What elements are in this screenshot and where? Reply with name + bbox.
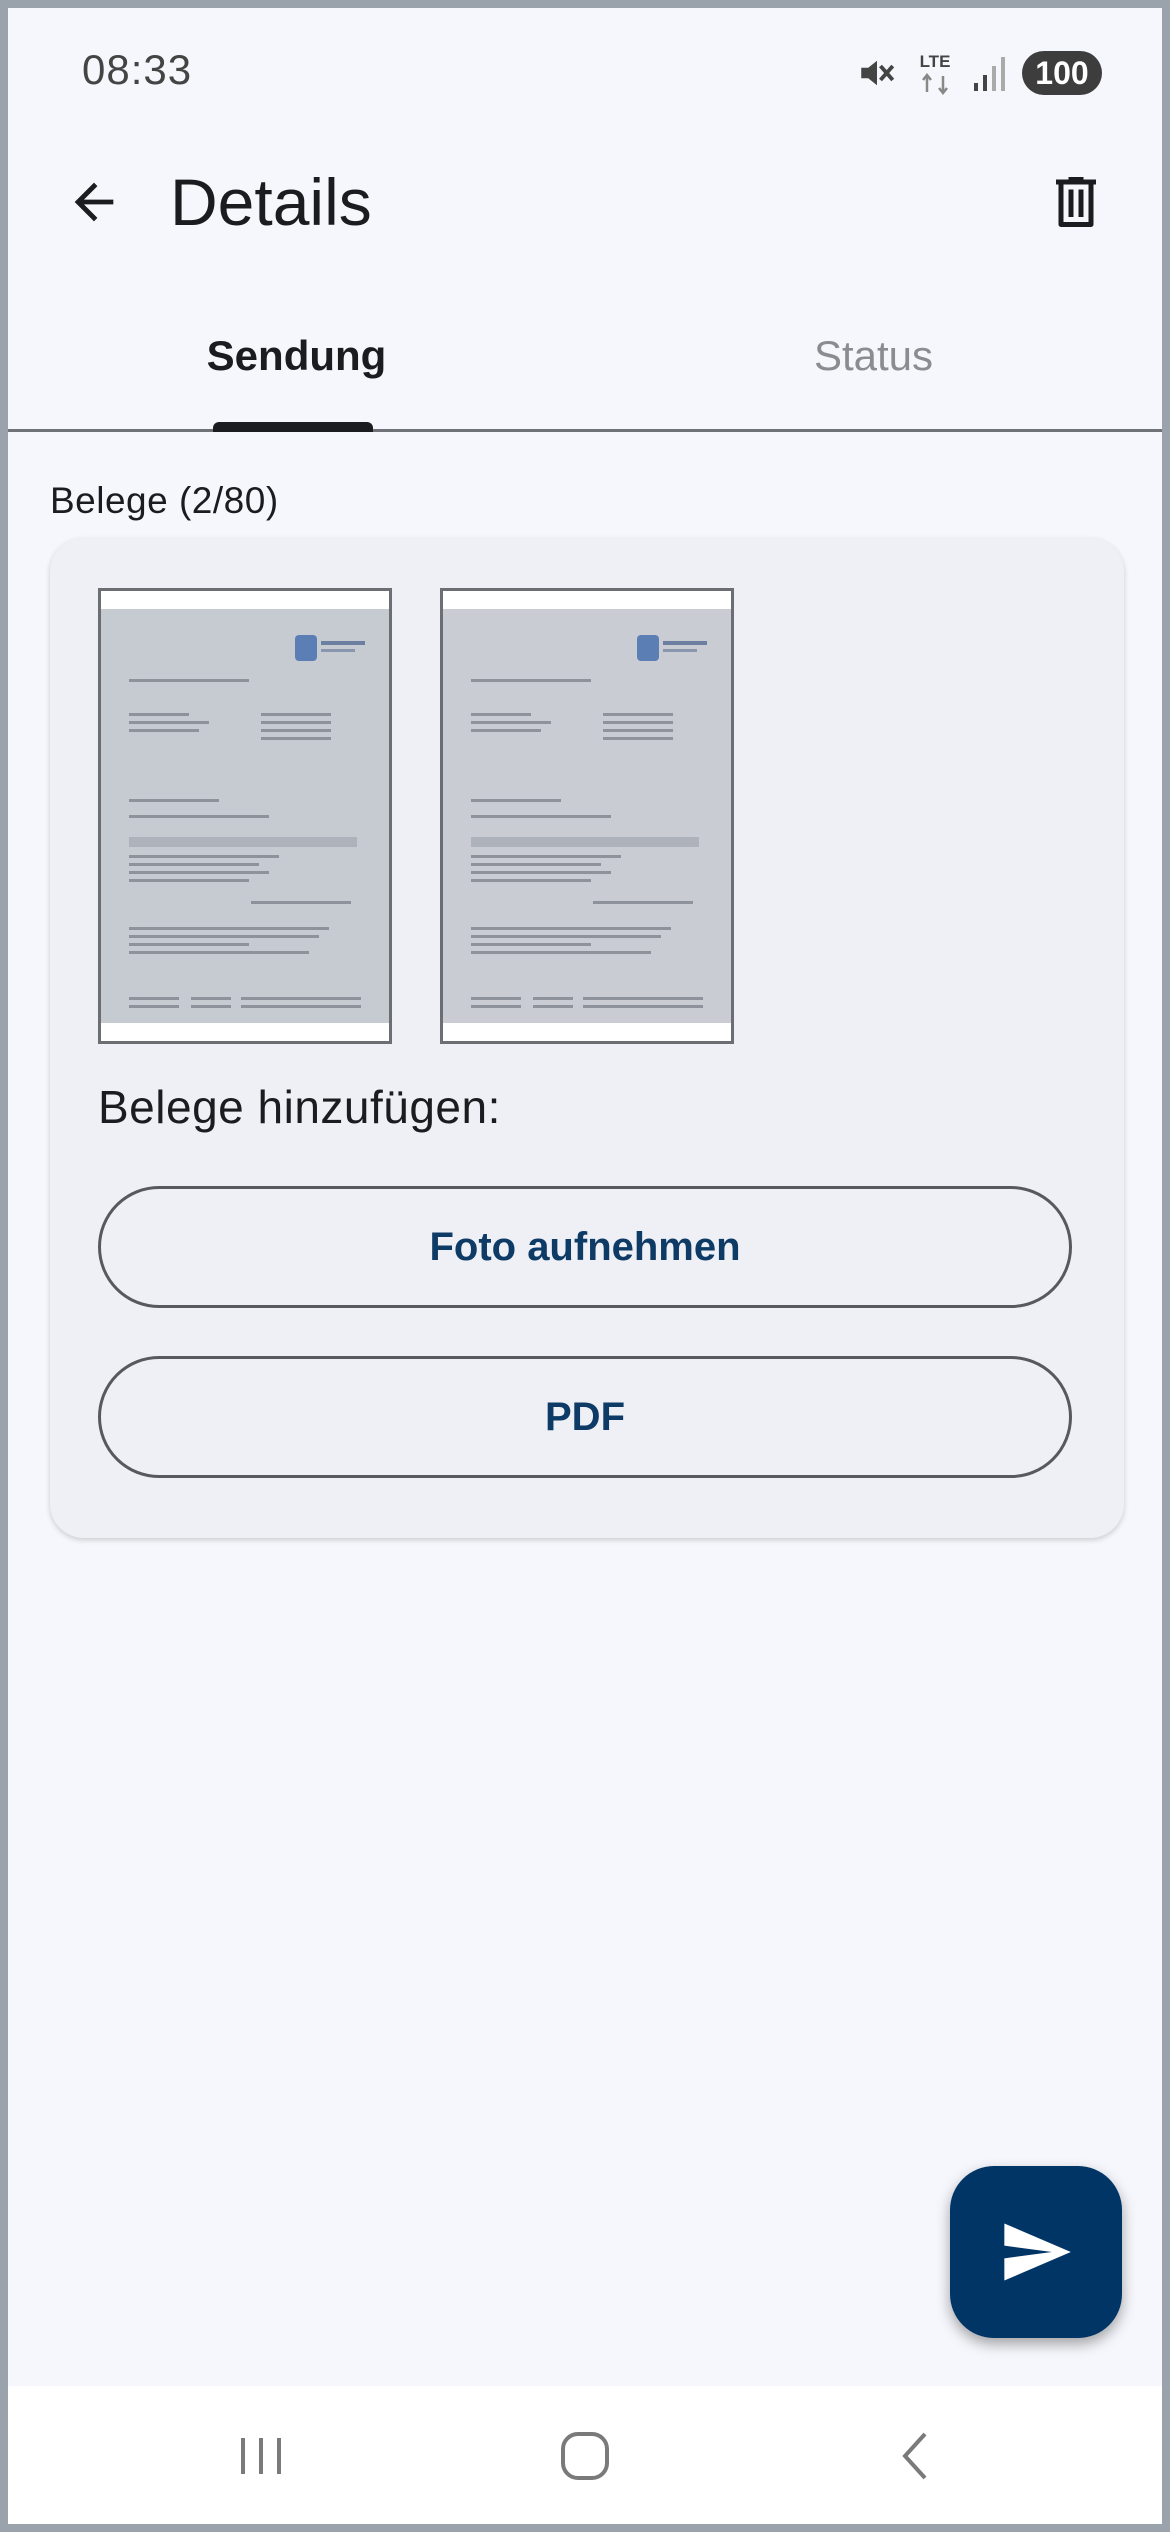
- home-button[interactable]: [545, 2416, 625, 2496]
- add-pdf-button[interactable]: PDF: [98, 1356, 1072, 1478]
- nav-back-button[interactable]: [877, 2416, 957, 2496]
- lte-icon: LTE: [912, 50, 958, 96]
- add-belege-heading: Belege hinzufügen:: [98, 1081, 501, 1133]
- tab-sendung[interactable]: Sendung: [8, 292, 585, 432]
- battery-icon: 100: [1022, 51, 1102, 95]
- recents-icon: [241, 2438, 281, 2474]
- back-button[interactable]: [52, 160, 136, 244]
- document-preview-image: [443, 609, 731, 1023]
- status-icons: LTE 100: [856, 48, 1102, 98]
- trash-icon: [1056, 177, 1096, 227]
- document-preview-image: [101, 609, 389, 1023]
- send-icon: [1004, 2223, 1071, 2281]
- take-photo-button[interactable]: Foto aufnehmen: [98, 1186, 1072, 1308]
- belege-count-label: Belege (2/80): [50, 480, 279, 521]
- delete-button[interactable]: [1034, 160, 1118, 244]
- recents-button[interactable]: [221, 2416, 301, 2496]
- home-icon: [561, 2432, 609, 2480]
- send-button[interactable]: [950, 2166, 1122, 2338]
- tab-status[interactable]: Status: [585, 292, 1162, 432]
- screen: 08:33 LTE 100 Details Sendung Status Bel…: [8, 8, 1162, 2524]
- arrow-left-icon: [74, 182, 114, 222]
- lte-label: LTE: [920, 52, 951, 71]
- page-title: Details: [170, 165, 372, 239]
- thumbnail-list: [98, 588, 734, 1044]
- signal-icon: [972, 53, 1008, 93]
- system-nav-bar: [8, 2386, 1162, 2524]
- belege-card: Belege hinzufügen: Foto aufnehmen PDF: [50, 538, 1124, 1538]
- tab-indicator: [213, 422, 373, 432]
- mute-icon: [856, 52, 898, 94]
- document-thumbnail[interactable]: [98, 588, 392, 1044]
- tab-bar: Sendung Status: [8, 292, 1162, 432]
- back-chevron-icon: [902, 2432, 927, 2480]
- status-time: 08:33: [82, 46, 193, 93]
- status-bar: 08:33 LTE 100: [8, 8, 1162, 138]
- app-bar: Details: [8, 138, 1162, 268]
- document-thumbnail[interactable]: [440, 588, 734, 1044]
